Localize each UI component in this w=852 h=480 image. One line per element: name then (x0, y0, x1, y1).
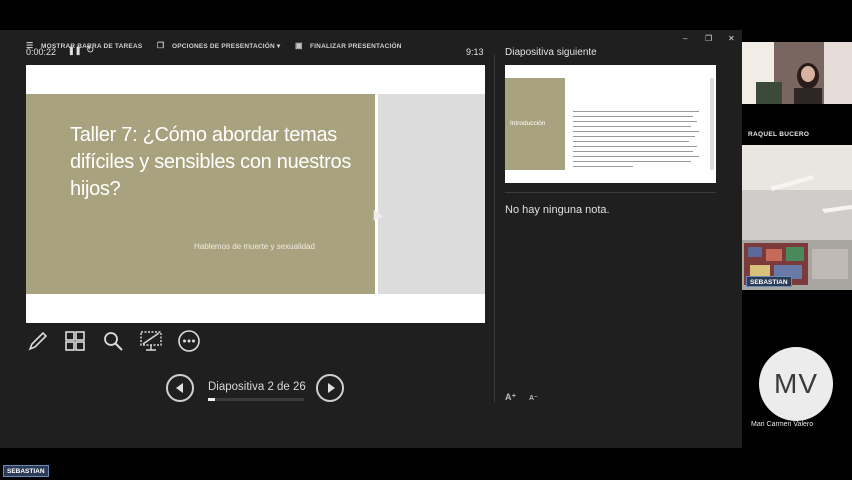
next-slide-text-line (573, 151, 693, 153)
active-speaker-tag: SEBASTIAN (3, 465, 49, 477)
zoom-icon (104, 332, 123, 351)
next-slide-preview[interactable]: Introducción (505, 65, 716, 183)
current-slide[interactable]: Taller 7: ¿Cómo abordar temas difíciles … (26, 65, 485, 323)
pen-tool-button[interactable] (25, 328, 51, 354)
next-slide-text-line (573, 126, 691, 128)
more-options-button[interactable] (176, 328, 202, 354)
end-presentation-button[interactable]: ▣ FINALIZAR PRESENTACIÓN (295, 40, 402, 52)
see-all-slides-icon (65, 331, 85, 351)
next-slide-text-line (573, 146, 697, 148)
minimize-button[interactable]: – (683, 34, 687, 43)
reset-timer-button[interactable]: ↻ (86, 45, 94, 56)
next-slide-label: Diapositiva siguiente (505, 47, 597, 58)
next-slide-text-line (573, 136, 695, 138)
next-slide-text-line (573, 156, 699, 158)
next-slide-text-line (573, 121, 697, 123)
next-slide-side-bar (710, 78, 714, 170)
next-slide-text-line (573, 111, 699, 113)
close-button[interactable]: ✕ (728, 34, 735, 43)
meeting-stage: ☰ MOSTRAR BARRA DE TAREAS ❐ OPCIONES DE … (0, 0, 852, 480)
slide-side-panel (375, 94, 485, 294)
slide-title: Taller 7: ¿Cómo abordar temas difíciles … (70, 124, 352, 200)
video-tile-raquel[interactable] (742, 42, 852, 104)
elapsed-timer: 0:00:22 (26, 47, 57, 57)
pause-timer-button[interactable]: ❚❚ (68, 46, 81, 55)
next-slide-button[interactable] (316, 374, 344, 402)
avatar[interactable]: MV (759, 347, 833, 421)
slide-progress-bar (208, 398, 304, 401)
slide-subtitle: Hablemos de muerte y sexualidad (194, 242, 315, 251)
next-slide-text-line (573, 161, 691, 163)
pen-icon (28, 331, 48, 351)
zoom-button[interactable] (100, 328, 126, 354)
pane-divider[interactable] (494, 55, 495, 403)
next-slide-text-line (573, 166, 633, 168)
participant-name-mari-carmen: Mari Carmen Valero (751, 421, 814, 428)
presentation-options-button[interactable]: ❐ OPCIONES DE PRESENTACIÓN ▾ (157, 40, 280, 52)
black-screen-button[interactable] (138, 328, 164, 354)
slide-progress-fill (208, 398, 216, 401)
video-tile-sebastian[interactable] (742, 145, 852, 290)
participant-name-sebastian: SEBASTIAN (746, 276, 792, 287)
end-show-icon: ▣ (295, 41, 303, 50)
speaker-notes[interactable]: No hay ninguna nota. (505, 204, 610, 216)
decrease-font-button[interactable]: A⁻ (529, 394, 538, 402)
next-slide-text-line (573, 131, 699, 133)
see-all-slides-button[interactable] (62, 328, 88, 354)
next-slide-text-line (573, 116, 693, 118)
current-time: 9:13 (466, 47, 484, 57)
participant-video-raquel (742, 42, 852, 104)
more-options-icon (178, 330, 200, 352)
presenter-toolbar: ☰ MOSTRAR BARRA DE TAREAS ❐ OPCIONES DE … (0, 30, 742, 60)
participant-video-sebastian (742, 145, 852, 290)
restore-button[interactable]: ❐ (705, 34, 712, 43)
next-slide-text-line (573, 141, 689, 143)
previous-slide-button[interactable] (166, 374, 194, 402)
participant-name-raquel: RAQUEL BUCERO (748, 131, 810, 138)
chevron-left-icon (175, 383, 183, 393)
options-icon: ❐ (157, 41, 165, 50)
next-slide-box-label: Introducción (510, 120, 546, 127)
slide-counter[interactable]: Diapositiva 2 de 26 (208, 381, 306, 393)
notes-divider[interactable] (505, 192, 716, 193)
presentation-options-label: OPCIONES DE PRESENTACIÓN ▾ (172, 43, 281, 50)
increase-font-button[interactable]: A⁺ (505, 392, 516, 403)
end-presentation-label: FINALIZAR PRESENTACIÓN (310, 42, 402, 50)
screen-icon (140, 331, 162, 351)
chevron-right-icon (327, 383, 335, 393)
next-slide-box: Introducción (505, 78, 565, 170)
